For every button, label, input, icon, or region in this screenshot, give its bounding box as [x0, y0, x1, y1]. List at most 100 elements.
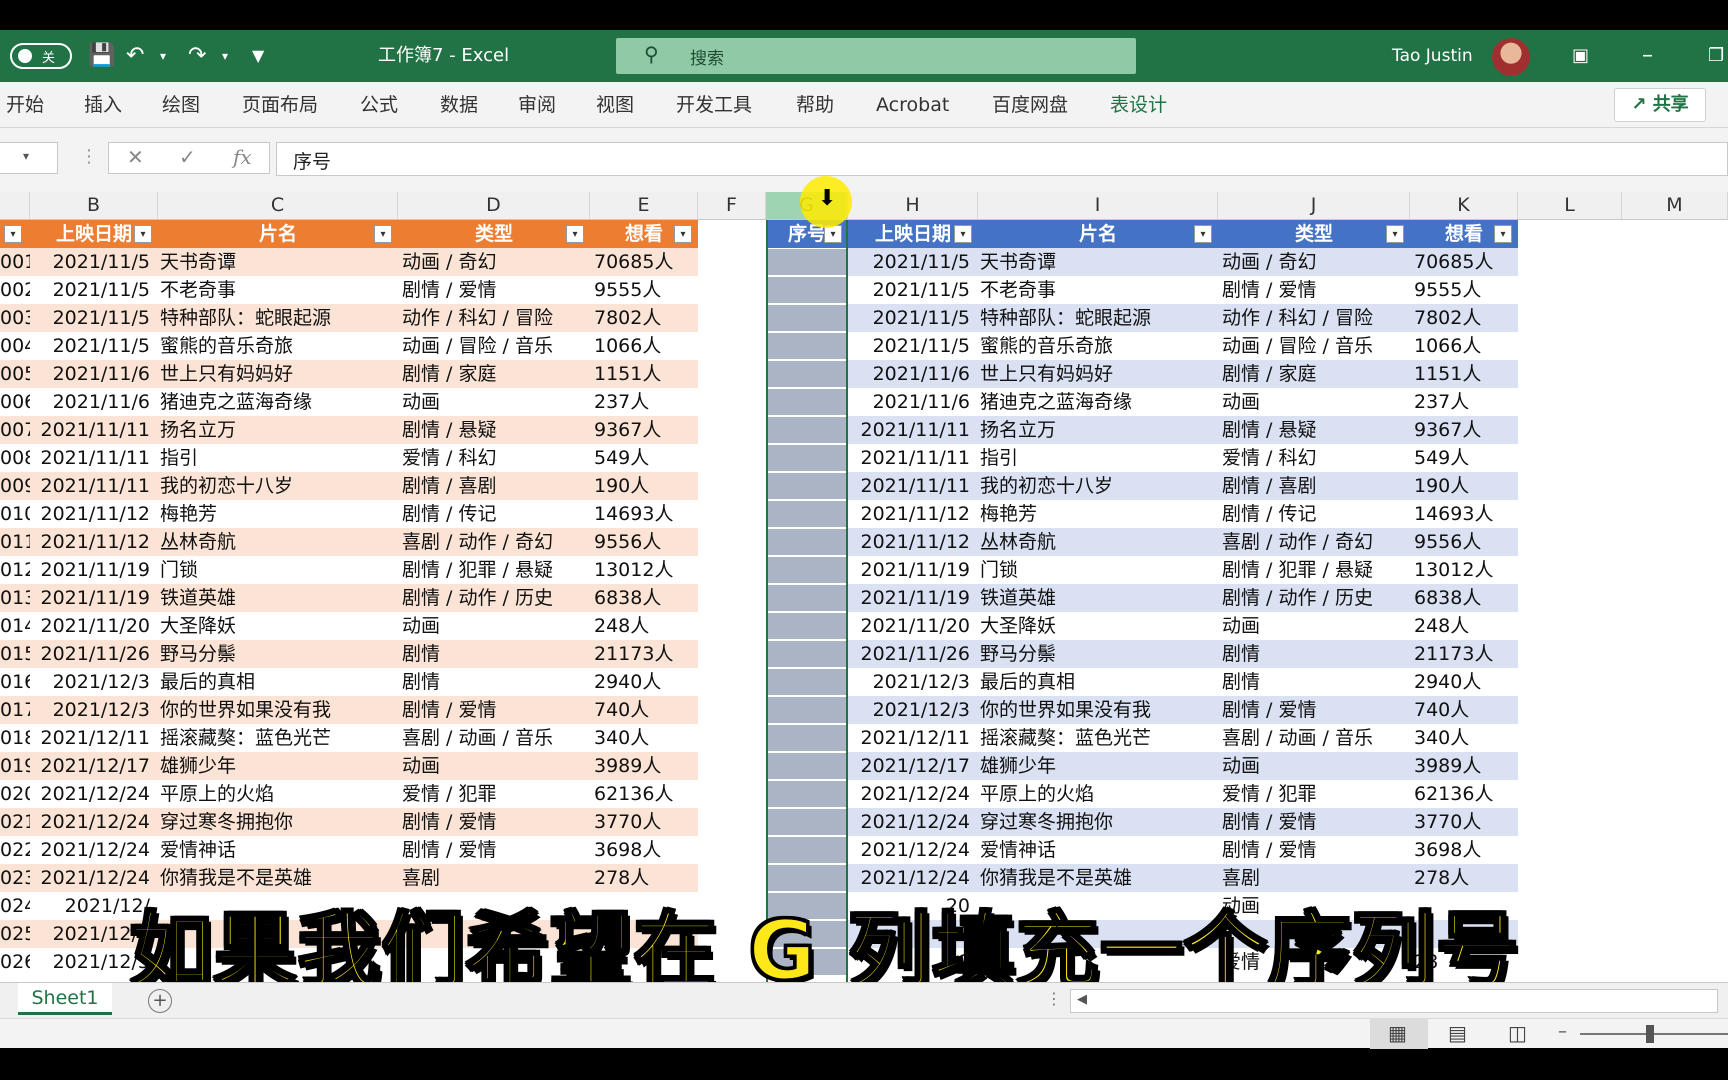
index-cell[interactable]	[768, 389, 846, 415]
redo-icon[interactable]: ↷	[188, 30, 206, 82]
genre-cell: 剧情 / 爱情	[1222, 279, 1317, 301]
index-cell[interactable]	[768, 557, 846, 583]
index-cell[interactable]	[768, 753, 846, 779]
column-header-d[interactable]: D	[398, 192, 590, 219]
index-cell[interactable]	[768, 445, 846, 471]
tab-page-layout[interactable]: 页面布局	[242, 82, 318, 128]
name-box[interactable]: ▾	[0, 142, 58, 174]
zoom-slider[interactable]	[1580, 1033, 1728, 1035]
worksheet-grid[interactable]: 上映日期▾片名▾类型▾想看▾▾0012021/11/5天书奇谭动画 / 奇幻70…	[0, 220, 1728, 982]
tab-home[interactable]: 开始	[6, 82, 44, 128]
page-layout-view-icon[interactable]: ▤	[1448, 1021, 1467, 1045]
tab-draw[interactable]: 绘图	[162, 82, 200, 128]
ribbon-display-icon[interactable]: ▣	[1572, 30, 1589, 82]
want-to-see-cell: 21173人	[1414, 643, 1494, 665]
add-sheet-icon[interactable]: +	[148, 989, 172, 1013]
avatar[interactable]	[1492, 38, 1530, 76]
undo-dropdown-chevron-icon[interactable]: ▾	[160, 30, 166, 82]
column-header-i[interactable]: I	[978, 192, 1218, 219]
filter-dropdown-icon[interactable]: ▾	[954, 225, 972, 243]
tab-formulas[interactable]: 公式	[360, 82, 398, 128]
filter-dropdown-icon[interactable]: ▾	[134, 225, 152, 243]
normal-view-icon[interactable]: ▦	[1370, 1019, 1428, 1049]
index-cell[interactable]	[768, 529, 846, 555]
tab-help[interactable]: 帮助	[796, 82, 834, 128]
want-to-see-cell: 6838人	[594, 587, 662, 609]
index-cell[interactable]	[768, 613, 846, 639]
want-to-see-cell: 237人	[1414, 391, 1470, 413]
restore-icon[interactable]: ❐	[1708, 30, 1724, 82]
tab-developer[interactable]: 开发工具	[676, 82, 752, 128]
save-icon[interactable]: 💾	[88, 30, 115, 82]
index-cell[interactable]	[768, 725, 846, 751]
index-cell[interactable]	[768, 585, 846, 611]
sheet-tab[interactable]: Sheet1	[18, 983, 112, 1015]
page-break-view-icon[interactable]: ◫	[1508, 1021, 1527, 1045]
column-header-e[interactable]: E	[590, 192, 698, 219]
scroll-left-icon[interactable]: ◀	[1077, 992, 1087, 1007]
want-to-see-cell: 9367人	[594, 419, 662, 441]
filter-dropdown-icon[interactable]: ▾	[4, 225, 22, 243]
title-cell: 爱情神话	[980, 839, 1057, 861]
customize-toolbar-icon[interactable]: ▼	[252, 30, 264, 82]
filter-dropdown-icon[interactable]: ▾	[1194, 225, 1212, 243]
title-cell: 你的世界如果没有我	[980, 699, 1152, 721]
genre-cell: 剧情 / 传记	[1222, 503, 1317, 525]
index-cell[interactable]	[768, 697, 846, 723]
tab-baidu-netdisk[interactable]: 百度网盘	[992, 82, 1068, 128]
formula-input[interactable]: 序号	[276, 142, 1728, 176]
column-header-c[interactable]: C	[158, 192, 398, 219]
search-box[interactable]: ⚲ 搜索	[616, 38, 1136, 74]
undo-icon[interactable]: ↶	[126, 30, 144, 82]
tab-review[interactable]: 审阅	[518, 82, 556, 128]
index-cell[interactable]	[768, 669, 846, 695]
column-header-m[interactable]: M	[1622, 192, 1728, 219]
tab-insert[interactable]: 插入	[84, 82, 122, 128]
index-cell[interactable]	[768, 809, 846, 835]
index-cell[interactable]	[768, 305, 846, 331]
column-header-k[interactable]: K	[1410, 192, 1518, 219]
title-cell: 扬名立万	[980, 419, 1057, 441]
minimize-icon[interactable]: –	[1642, 30, 1653, 82]
column-header-a[interactable]	[0, 192, 30, 219]
column-header-f[interactable]: F	[698, 192, 766, 219]
tab-view[interactable]: 视图	[596, 82, 634, 128]
tab-data[interactable]: 数据	[440, 82, 478, 128]
index-cell[interactable]	[768, 501, 846, 527]
redo-dropdown-chevron-icon[interactable]: ▾	[222, 30, 228, 82]
filter-dropdown-icon[interactable]: ▾	[674, 225, 692, 243]
title-cell: 指引	[160, 447, 199, 469]
zoom-slider-thumb[interactable]	[1646, 1025, 1654, 1043]
index-cell[interactable]	[768, 277, 846, 303]
index-cell[interactable]	[768, 361, 846, 387]
tab-table-design[interactable]: 表设计	[1110, 82, 1167, 128]
filter-dropdown-icon[interactable]: ▾	[374, 225, 392, 243]
genre-cell: 剧情 / 爱情	[1222, 699, 1317, 721]
horizontal-scrollbar[interactable]: ◀	[1070, 989, 1718, 1013]
want-to-see-cell: 3698人	[1414, 839, 1482, 861]
user-name[interactable]: Tao Justin	[1392, 30, 1473, 82]
want-to-see-cell: 62136人	[1414, 783, 1494, 805]
index-cell[interactable]	[768, 837, 846, 863]
index-cell[interactable]	[768, 781, 846, 807]
index-cell[interactable]	[768, 417, 846, 443]
column-header-b[interactable]: B	[30, 192, 158, 219]
index-cell[interactable]	[768, 333, 846, 359]
filter-dropdown-icon[interactable]: ▾	[1494, 225, 1512, 243]
column-header-h[interactable]: H	[848, 192, 978, 219]
index-cell[interactable]	[768, 473, 846, 499]
zoom-out-icon[interactable]: –	[1558, 1021, 1567, 1042]
column-header-l[interactable]: L	[1518, 192, 1622, 219]
name-box-chevron-icon[interactable]: ▾	[23, 149, 29, 163]
cancel-icon[interactable]: ✕	[127, 145, 144, 169]
enter-icon[interactable]: ✓	[179, 145, 196, 169]
autosave-toggle[interactable]: 关	[10, 43, 72, 69]
index-cell[interactable]	[768, 641, 846, 667]
insert-function-button[interactable]: fx	[233, 145, 252, 169]
filter-dropdown-icon[interactable]: ▾	[566, 225, 584, 243]
tab-acrobat[interactable]: Acrobat	[876, 82, 949, 128]
filter-dropdown-icon[interactable]: ▾	[1386, 225, 1404, 243]
column-header-j[interactable]: J	[1218, 192, 1410, 219]
share-button[interactable]: ↗ 共享	[1614, 88, 1706, 122]
index-cell[interactable]	[768, 249, 846, 275]
